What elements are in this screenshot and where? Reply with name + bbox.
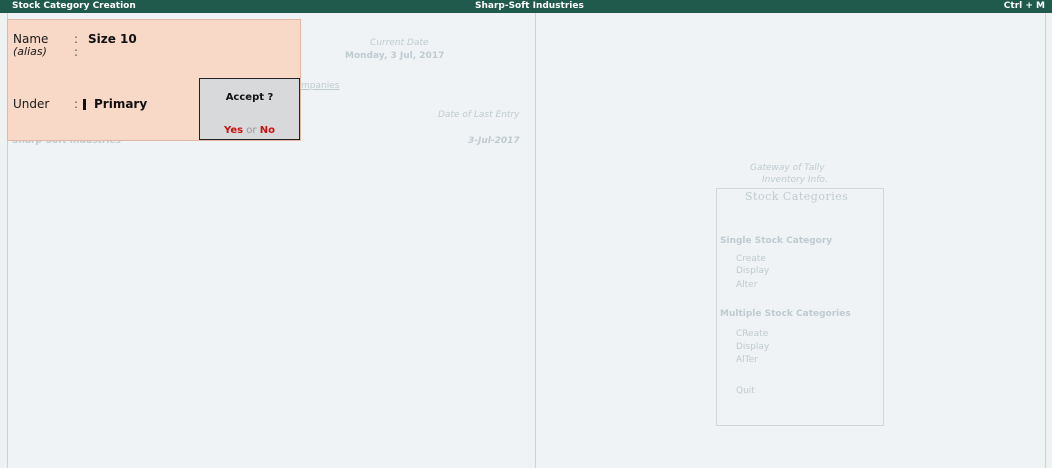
menu-item-multi-create[interactable]: CReate [736,329,768,339]
menu-item-alter[interactable]: Alter [736,280,757,290]
no-button[interactable]: No [260,125,275,136]
accept-options: Yes or No [200,125,299,136]
gateway-title: Gateway of Tally [750,163,825,173]
last-entry-label: Date of Last Entry [438,110,520,120]
name-colon: : [74,32,79,46]
under-colon: : [74,97,79,111]
menu-item-create[interactable]: Create [736,254,766,264]
menu-item-multi-alter[interactable]: AlTer [736,355,758,365]
current-date-label: Current Date [370,38,429,48]
menu-item-multi-display[interactable]: Display [736,342,769,352]
panel-divider [535,13,536,468]
menu-item-quit[interactable]: Quit [736,386,755,396]
under-label: Under [13,97,50,111]
current-date-value: Monday, 3 Jul, 2017 [345,51,445,61]
under-field[interactable]: Primary [94,97,147,111]
gateway-heading: Stock Categories [745,190,849,203]
menu-item-display[interactable]: Display [736,266,769,276]
multiple-section-header: Multiple Stock Categories [720,309,851,319]
yes-button[interactable]: Yes [224,125,243,136]
alias-colon: : [74,45,79,59]
name-label: Name [13,32,49,46]
alias-label: (alias) [13,45,47,58]
shortcut-label: Ctrl + M [1003,1,1045,11]
last-entry-value: 3-Jul-2017 [468,136,520,146]
company-title: Sharp-Soft Industries [475,1,584,11]
screen-title: Stock Category Creation [12,1,136,11]
gateway-subtitle: Inventory Info. [762,175,828,185]
single-section-header: Single Stock Category [720,236,833,246]
name-field[interactable]: Size 10 [88,32,137,46]
or-text: or [246,125,257,136]
title-bar: Stock Category Creation Sharp-Soft Indus… [0,0,1052,13]
accept-dialog: Accept ? Yes or No [199,78,300,140]
text-cursor [83,99,86,110]
companies-label: mpanies [301,81,340,91]
accept-prompt: Accept ? [225,92,274,103]
